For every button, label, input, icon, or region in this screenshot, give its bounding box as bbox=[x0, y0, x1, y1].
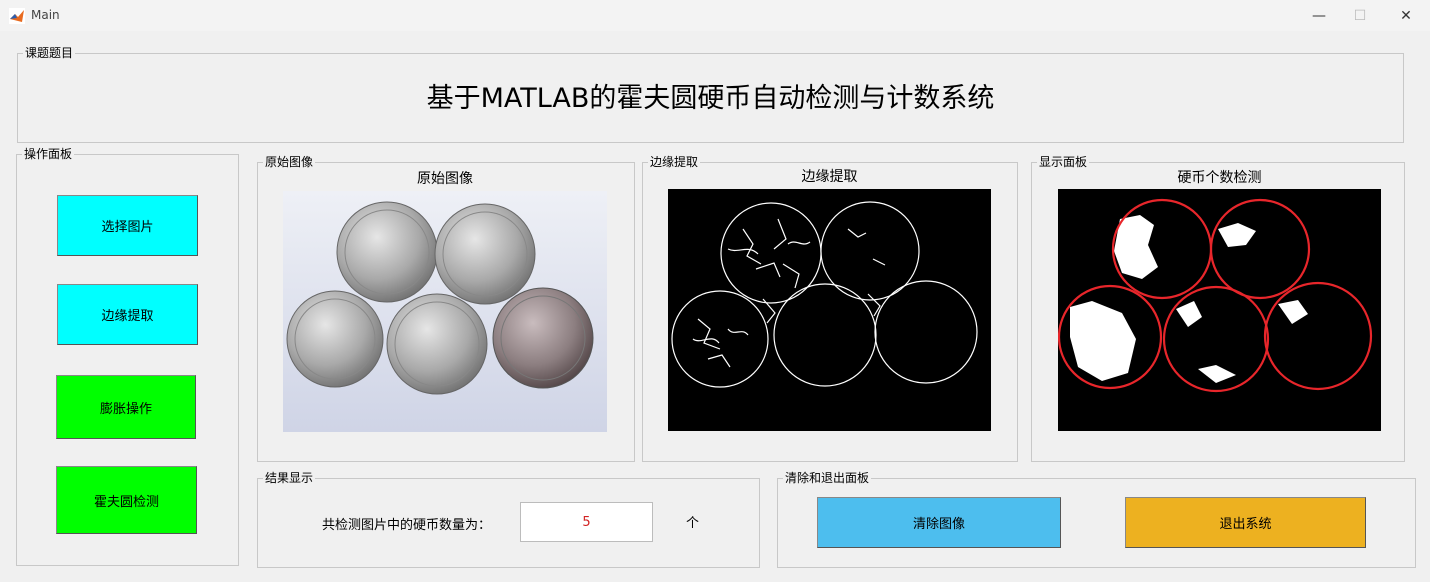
coin bbox=[434, 203, 536, 305]
coin bbox=[286, 290, 384, 388]
window-title: Main bbox=[31, 8, 60, 22]
hough-circle-detect-button[interactable]: 霍夫圆检测 bbox=[56, 466, 197, 534]
result-panel-title: 结果显示 bbox=[263, 470, 316, 486]
topic-panel: 课题题目 基于MATLAB的霍夫圆硬币自动检测与计数系统 bbox=[17, 45, 1404, 143]
coin-detection-image bbox=[1058, 189, 1381, 431]
original-panel-title: 原始图像 bbox=[263, 154, 316, 170]
coin bbox=[492, 287, 594, 389]
coin-count-label: 共检测图片中的硬币数量为： bbox=[322, 518, 492, 533]
project-title: 基于MATLAB的霍夫圆硬币自动检测与计数系统 bbox=[426, 83, 995, 114]
edge-axes-title: 边缘提取 bbox=[801, 169, 858, 185]
close-icon[interactable]: ✕ bbox=[1383, 0, 1429, 31]
operation-panel-title: 操作面板 bbox=[22, 146, 75, 162]
display-panel-title: 显示面板 bbox=[1037, 154, 1090, 170]
clear-image-button[interactable]: 清除图像 bbox=[817, 497, 1061, 548]
exit-system-button[interactable]: 退出系统 bbox=[1125, 497, 1366, 548]
dilation-button[interactable]: 膨胀操作 bbox=[56, 375, 196, 439]
matlab-icon bbox=[9, 8, 25, 24]
clear-exit-panel-title: 清除和退出面板 bbox=[783, 470, 872, 486]
edge-image bbox=[668, 189, 991, 431]
coin-count-unit: 个 bbox=[686, 516, 700, 531]
select-image-button[interactable]: 选择图片 bbox=[57, 195, 198, 256]
minimize-icon[interactable]: — bbox=[1296, 0, 1342, 31]
coin bbox=[386, 293, 488, 395]
maximize-icon[interactable]: ☐ bbox=[1337, 0, 1383, 31]
title-bar: Main — ☐ ✕ bbox=[0, 0, 1430, 31]
edge-extraction-button[interactable]: 边缘提取 bbox=[57, 284, 198, 345]
display-axes-title: 硬币个数检测 bbox=[1177, 170, 1262, 186]
topic-panel-title: 课题题目 bbox=[23, 45, 76, 61]
coin-count-field[interactable]: 5 bbox=[520, 502, 653, 542]
original-axes-title: 原始图像 bbox=[417, 171, 473, 187]
original-image bbox=[283, 191, 607, 432]
coin bbox=[336, 201, 438, 303]
